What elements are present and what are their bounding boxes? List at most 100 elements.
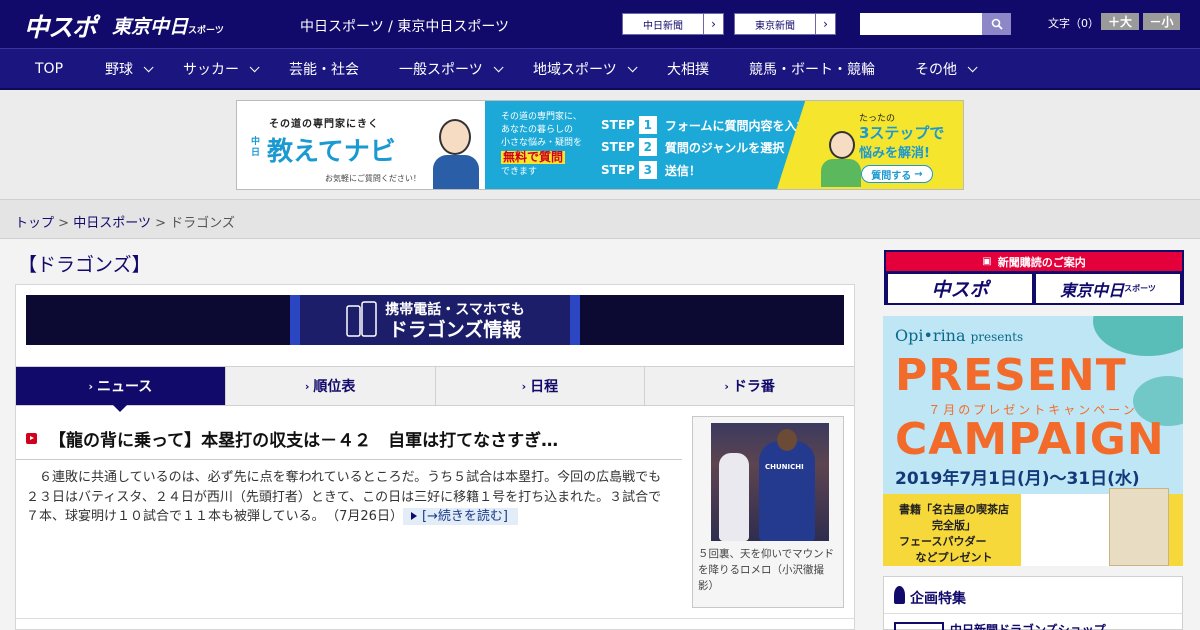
breadcrumb-chunichi-sports-link[interactable]: 中日スポーツ bbox=[73, 216, 151, 231]
mobile-banner-line-2: ドラゴンズ情報 bbox=[388, 319, 522, 341]
ad-step-2: STEP 2 質問のジャンルを選択 bbox=[601, 138, 784, 156]
tab-news[interactable]: › ニュース bbox=[16, 367, 226, 412]
font-size-decrease-button[interactable]: －小 bbox=[1143, 13, 1180, 30]
article-headline: 【龍の背に乗って】本塁打の収支は－４２ 自軍は打てなさすぎ… bbox=[49, 431, 559, 451]
font-size-increase-button[interactable]: ＋大 bbox=[1101, 13, 1139, 30]
tokyo-chunichi-logo[interactable]: 東京中日スポーツ bbox=[112, 12, 224, 39]
ad-person-body bbox=[433, 155, 479, 189]
nav-label: TOP bbox=[35, 61, 64, 77]
news-tabs: › ニュース › 順位表 › 日程 › ドラ番 bbox=[16, 366, 854, 412]
tab-schedule[interactable]: › 日程 bbox=[435, 367, 646, 405]
ad-question-button[interactable]: 質問する → bbox=[861, 165, 933, 183]
campaign-title-2: CAMPAIGN bbox=[895, 414, 1165, 465]
present-campaign-ad[interactable]: Opi•rina presents PRESENT ７月のプレゼントキャンペーン… bbox=[883, 316, 1183, 566]
book-product-image bbox=[1109, 488, 1169, 566]
tab-label: ニュース bbox=[96, 379, 153, 395]
breadcrumb-top-link[interactable]: トップ bbox=[15, 216, 54, 231]
nav-item-soccer[interactable]: サッカー bbox=[183, 49, 260, 89]
nav-item-baseball[interactable]: 野球 bbox=[105, 49, 154, 89]
article-photo: CHUNICHI bbox=[711, 423, 829, 541]
breadcrumb: トップ > 中日スポーツ > ドラゴンズ bbox=[15, 212, 235, 231]
chevron-right-icon: › bbox=[703, 14, 723, 34]
chevron-right-icon: › bbox=[521, 379, 527, 393]
article-headline-link[interactable]: 【龍の背に乗って】本塁打の収支は－４２ 自軍は打てなさすぎ… bbox=[26, 426, 686, 451]
mobile-banner-text: 携帯電話・スマホでも ドラゴンズ情報 bbox=[385, 300, 525, 340]
search-input[interactable] bbox=[860, 13, 982, 35]
ad-person-body-2 bbox=[821, 159, 861, 187]
divider bbox=[16, 459, 682, 460]
mobile-dragons-banner[interactable]: 携帯電話・スマホでも ドラゴンズ情報 bbox=[26, 295, 844, 345]
ad-person-illustration bbox=[439, 119, 471, 155]
tab-standings[interactable]: › 順位表 bbox=[225, 367, 436, 405]
breadcrumb-separator: > bbox=[58, 216, 70, 231]
ad-right-text-3: 悩みを解消! bbox=[859, 146, 930, 161]
ad-left-panel: その道の専門家にきく 中日 教えてナビ お気軽にご質問ください！ bbox=[237, 101, 485, 189]
subscribe-tokyo-chunichi-button[interactable]: 東京中日 スポーツ bbox=[1036, 274, 1180, 303]
newspaper-icon: ▣ bbox=[982, 256, 992, 267]
nav-item-sumo[interactable]: 大相撲 bbox=[667, 49, 709, 89]
ad-brand: 教えてナビ bbox=[267, 137, 396, 167]
campaign-note-line: 完全版」 bbox=[932, 519, 976, 532]
mobile-banner-line-1: 携帯電話・スマホでも bbox=[385, 302, 525, 318]
nav-item-general-sports[interactable]: 一般スポーツ bbox=[399, 49, 504, 89]
oshiete-navi-ad-banner[interactable]: その道の専門家にきく 中日 教えてナビ お気軽にご質問ください！ その道の専門家… bbox=[236, 100, 964, 190]
campaign-note: 書籍「名古屋の喫茶店 完全版」 フェースパウダー などプレゼント bbox=[899, 502, 1009, 566]
step-number: 2 bbox=[638, 138, 657, 156]
article-play-icon bbox=[26, 433, 37, 444]
nav-label: 大相撲 bbox=[667, 62, 709, 78]
site-name[interactable]: 中日スポーツ / 東京中日スポーツ bbox=[300, 16, 509, 36]
subscribe-tokyo-small: スポーツ bbox=[1124, 284, 1156, 293]
chevron-right-icon: › bbox=[815, 14, 835, 34]
nav-item-local-sports[interactable]: 地域スポーツ bbox=[533, 49, 638, 89]
nav-item-other[interactable]: その他 bbox=[915, 49, 978, 89]
tab-label: 順位表 bbox=[313, 379, 356, 395]
nav-item-racing[interactable]: 競馬・ボート・競輪 bbox=[749, 49, 875, 89]
subscription-header: ▣ 新聞購読のご案内 bbox=[886, 252, 1182, 271]
article-body: ６連敗に共通しているのは、必ず先に点を奪われているところだ。うち５試合は本塁打。… bbox=[26, 468, 674, 527]
read-more-link[interactable]: [→続きを読む] bbox=[402, 508, 518, 525]
divider bbox=[16, 618, 854, 619]
ad-desc-line: あなたの暮らしの bbox=[501, 125, 574, 135]
search-button[interactable] bbox=[982, 13, 1011, 35]
dragons-shop-link[interactable]: 中日新聞ドラゴンズショップ bbox=[950, 621, 1106, 630]
campaign-note-line: などプレゼント bbox=[915, 551, 993, 564]
chuspo-logo[interactable]: 中スポ bbox=[24, 8, 97, 44]
feature-section-title: 企画特集 bbox=[910, 591, 966, 607]
step-word: STEP bbox=[601, 140, 635, 154]
ad-brand-small: 中日 bbox=[251, 137, 261, 158]
tokyo-logo-sub: スポーツ bbox=[188, 26, 224, 36]
ad-desc: その道の専門家に、 あなたの暮らしの 小さな悩み・疑問を 無料で質問 できます bbox=[501, 111, 582, 179]
subscribe-chuspo-button[interactable]: 中スポ bbox=[888, 274, 1032, 303]
dragons-shop-thumbnail[interactable] bbox=[894, 622, 944, 630]
tab-label: 日程 bbox=[530, 379, 559, 395]
ribbon-icon bbox=[894, 586, 905, 604]
nav-item-top[interactable]: TOP bbox=[35, 49, 63, 89]
campaign-presents: presents bbox=[970, 330, 1024, 344]
photo-player-head bbox=[777, 429, 797, 451]
article-date: （7月26日） bbox=[332, 509, 403, 524]
tab-dora-ban[interactable]: › ドラ番 bbox=[645, 367, 854, 405]
ad-step-3: STEP 3 送信！ bbox=[601, 161, 701, 179]
chunichi-shimbun-link[interactable]: 中日新聞 › bbox=[622, 13, 724, 35]
photo-player-right: CHUNICHI bbox=[759, 429, 815, 541]
ad-desc-line: 小さな悩み・疑問を bbox=[501, 138, 583, 148]
tokyo-shimbun-link[interactable]: 東京新聞 › bbox=[734, 13, 836, 35]
ad-tagline: その道の専門家にきく bbox=[269, 119, 379, 130]
ad-right-text-2: 3ステップで bbox=[859, 124, 945, 142]
chevron-down-icon bbox=[143, 61, 154, 72]
photo-jersey-text: CHUNICHI bbox=[765, 463, 804, 471]
ad-note: お気軽にご質問ください！ bbox=[325, 174, 421, 183]
nav-label: 競馬・ボート・競輪 bbox=[749, 62, 875, 78]
mobile-phone-icon bbox=[346, 301, 377, 337]
subscription-header-label: 新聞購読のご案内 bbox=[997, 255, 1086, 269]
step-word: STEP bbox=[601, 118, 635, 132]
font-size-label: 文字（0） bbox=[1048, 17, 1099, 30]
mobile-banner-inner: 携帯電話・スマホでも ドラゴンズ情報 bbox=[290, 295, 580, 345]
ad-cta-label: 質問する bbox=[871, 170, 912, 182]
page-title: 【ドラゴンズ】 bbox=[18, 254, 151, 276]
chevron-down-icon bbox=[967, 61, 978, 72]
step-word: STEP bbox=[601, 163, 635, 177]
step-text: 送信！ bbox=[664, 163, 701, 178]
play-triangle-icon bbox=[410, 512, 417, 520]
nav-item-entertainment[interactable]: 芸能・社会 bbox=[289, 49, 359, 89]
